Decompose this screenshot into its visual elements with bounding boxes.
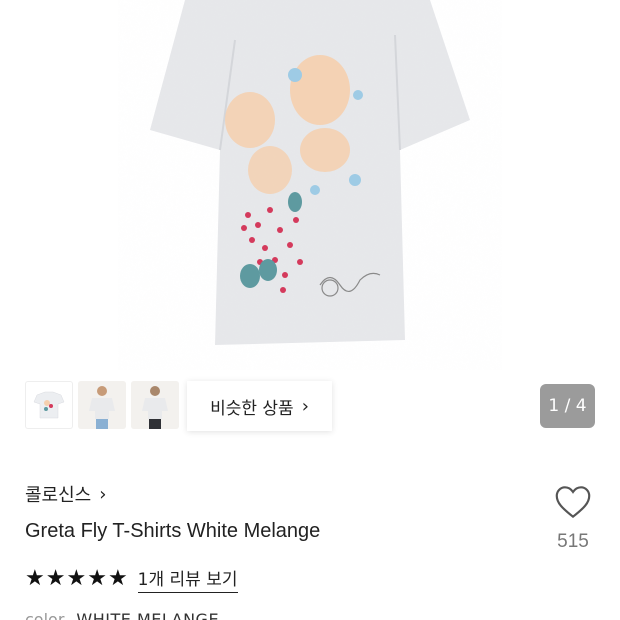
thumb-flat-shirt[interactable] (25, 381, 73, 429)
heart-outline-icon (555, 486, 591, 519)
tshirt-illustration (150, 0, 470, 345)
thumb-model-back[interactable] (131, 381, 179, 429)
chevron-right-icon: › (99, 483, 107, 505)
review-link[interactable]: 1개 리뷰 보기 (137, 565, 238, 593)
star-icon: ★ (25, 566, 45, 591)
brand-name: 콜로신스 (25, 485, 92, 506)
rating-row: ★ ★ ★ ★ ★ 1개 리뷰 보기 (25, 565, 238, 593)
color-row: color WHITE MELANGE (25, 610, 219, 620)
star-icon: ★ (45, 566, 66, 591)
star-icon: ★ (66, 566, 87, 591)
star-rating: ★ ★ ★ ★ ★ (25, 568, 128, 590)
product-image[interactable] (0, 0, 620, 370)
thumbnail-strip (25, 381, 179, 429)
like-button[interactable]: 515 (548, 485, 598, 553)
chevron-right-icon: › (301, 395, 309, 417)
image-pager: 1 / 4 (540, 384, 595, 428)
color-value: WHITE MELANGE (76, 610, 220, 620)
star-icon: ★ (107, 566, 128, 591)
brand-link[interactable]: 콜로신스 › (25, 481, 106, 507)
similar-products-label: 비슷한 상품 (210, 398, 294, 419)
thumb-model-front[interactable] (78, 381, 126, 429)
star-icon: ★ (87, 566, 107, 591)
like-count: 515 (557, 531, 589, 552)
similar-products-button[interactable]: 비슷한 상품 › (187, 381, 332, 431)
product-title: Greta Fly T-Shirts White Melange (25, 520, 321, 542)
color-label: color (25, 610, 65, 620)
